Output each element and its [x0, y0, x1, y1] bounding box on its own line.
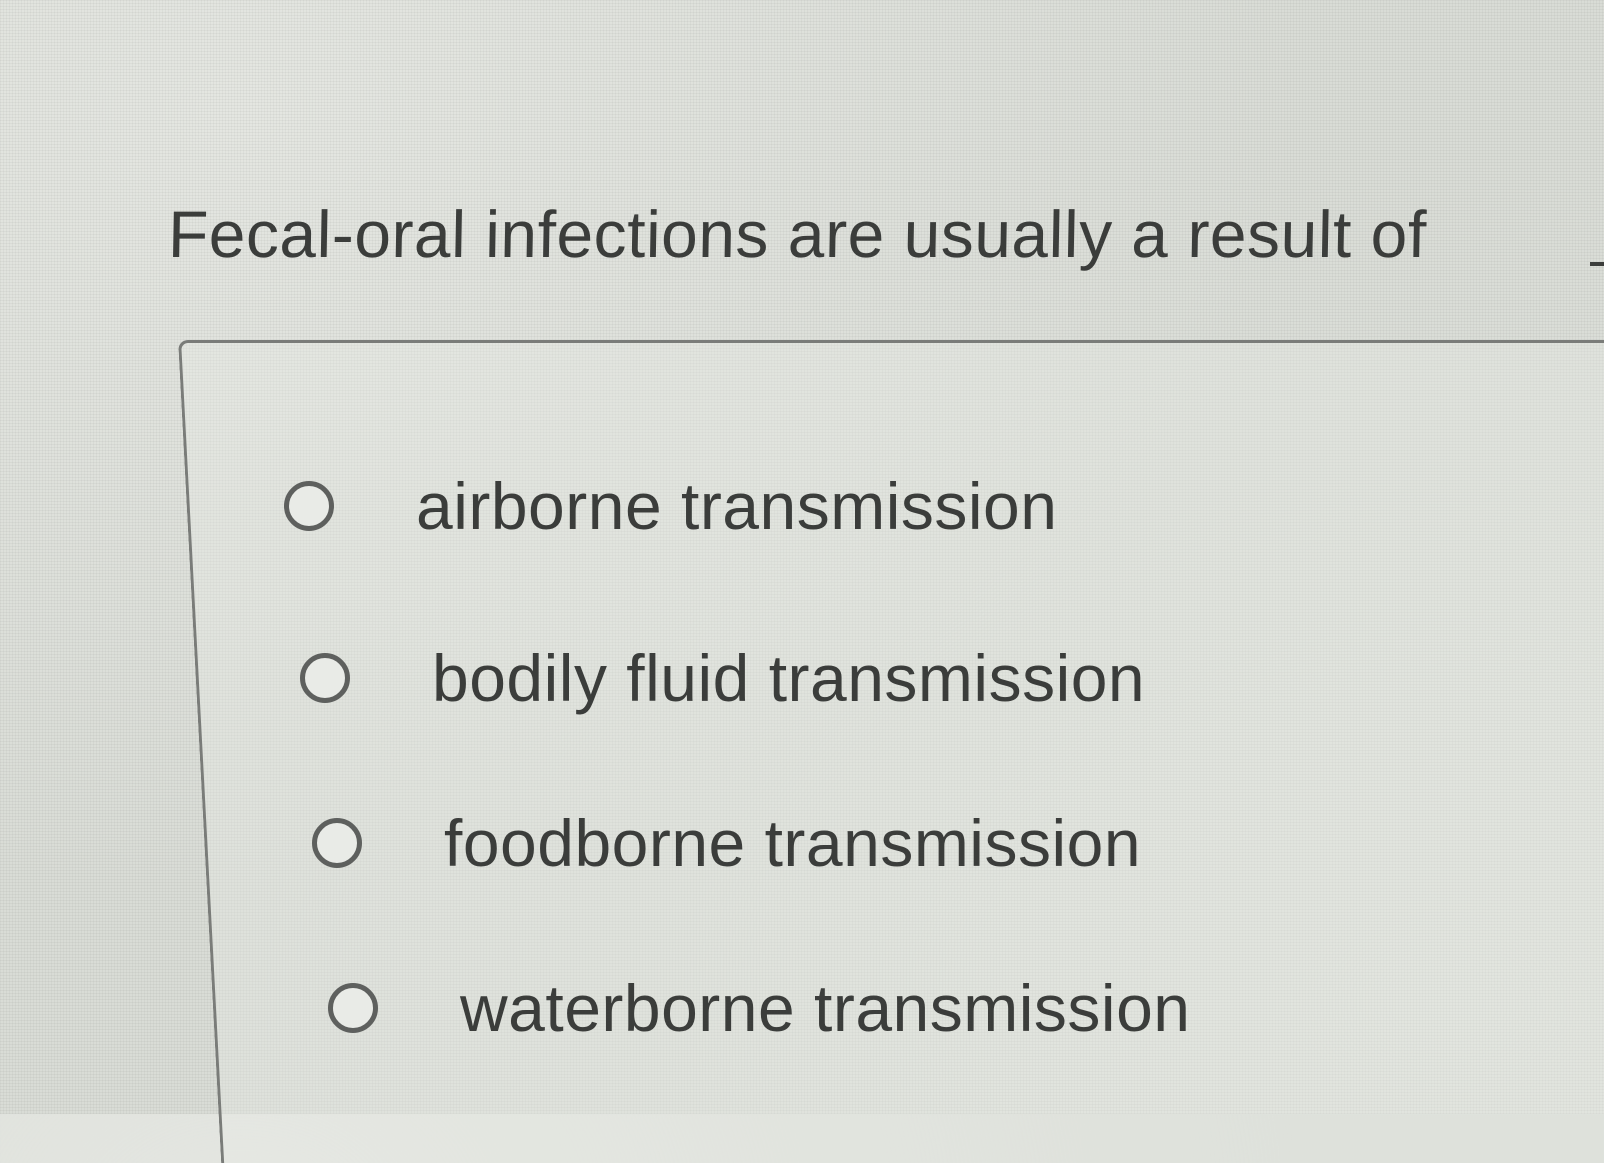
radio-button-airborne[interactable]: [284, 481, 334, 531]
question-text: Fecal-oral infections are usually a resu…: [167, 197, 1428, 271]
option-label-airborne[interactable]: airborne transmission: [416, 468, 1057, 544]
option-foodborne[interactable]: foodborne transmission: [312, 805, 1141, 881]
radio-button-waterborne[interactable]: [328, 983, 378, 1033]
option-label-waterborne[interactable]: waterborne transmission: [460, 970, 1190, 1046]
answer-blank: [1590, 262, 1604, 266]
option-label-bodily-fluid[interactable]: bodily fluid transmission: [432, 640, 1145, 716]
option-bodily-fluid[interactable]: bodily fluid transmission: [300, 640, 1145, 716]
radio-button-bodily-fluid[interactable]: [300, 653, 350, 703]
option-waterborne[interactable]: waterborne transmission: [328, 970, 1190, 1046]
radio-button-foodborne[interactable]: [312, 818, 362, 868]
option-label-foodborne[interactable]: foodborne transmission: [444, 805, 1141, 881]
option-airborne[interactable]: airborne transmission: [284, 468, 1057, 544]
